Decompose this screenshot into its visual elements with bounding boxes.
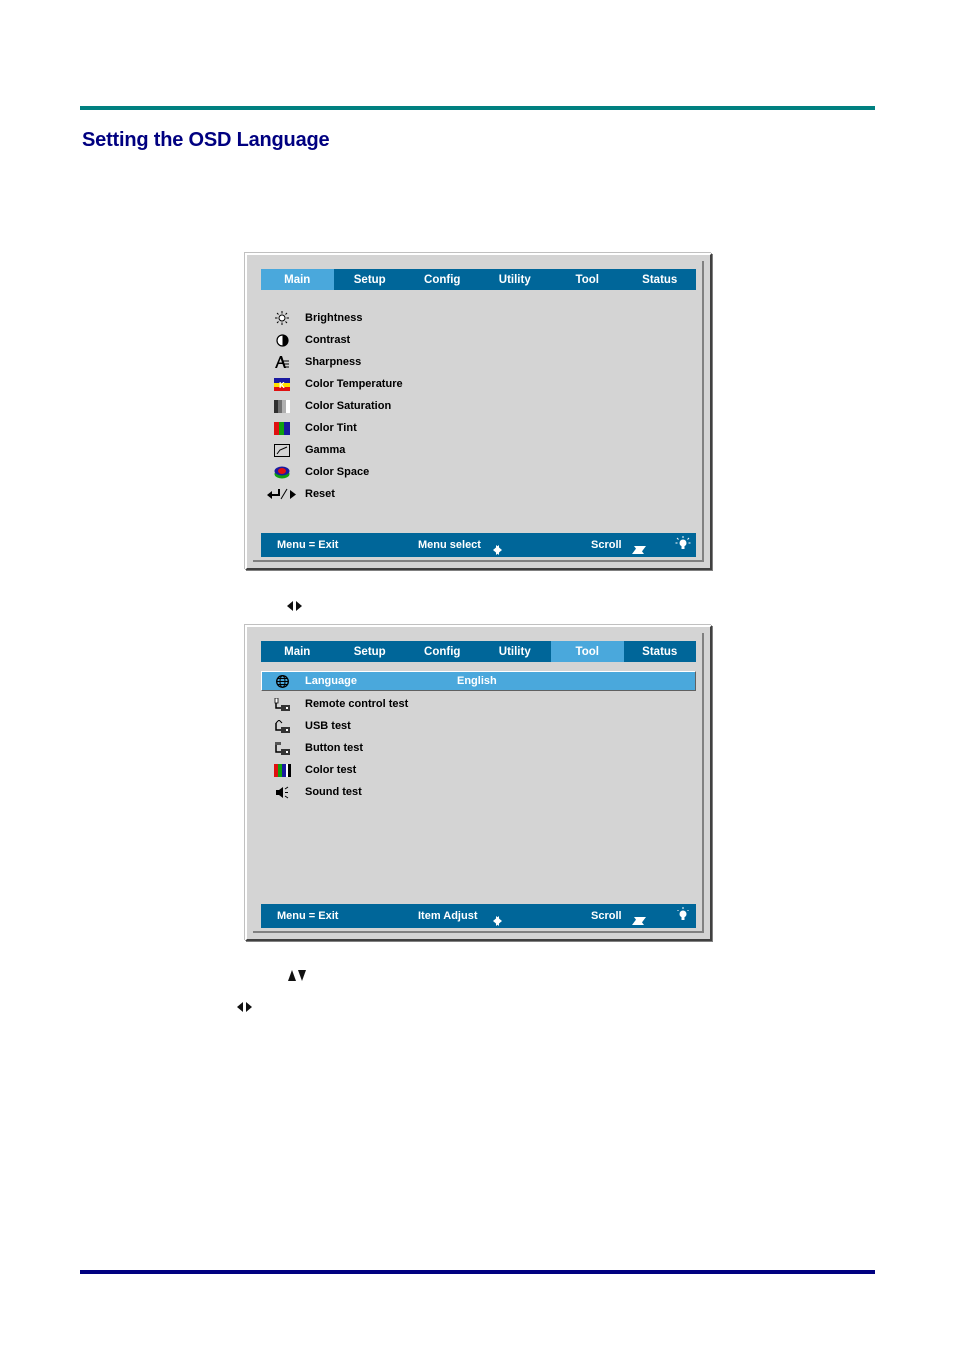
menu-item-gamma[interactable]: Gamma — [261, 439, 696, 461]
menu-item-label: Contrast — [305, 334, 351, 346]
menu-item-color-temperature[interactable]: K Color Temperature — [261, 373, 696, 395]
menu-item-button-test[interactable]: Button test — [261, 737, 696, 759]
left-right-arrows-icon — [287, 597, 302, 615]
menu-item-label: Remote control test — [305, 698, 409, 710]
menu-item-brightness[interactable]: Brightness — [261, 307, 696, 329]
footer-scroll-hint: Scroll — [591, 910, 622, 922]
menu-item-label: Reset — [305, 488, 335, 500]
menu-item-label: Brightness — [305, 312, 363, 324]
menu-item-label: Language — [305, 675, 357, 687]
footer-scroll-hint: Scroll — [591, 539, 622, 551]
menu-item-reset[interactable]: Reset — [261, 483, 696, 505]
tab-config[interactable]: Config — [406, 269, 479, 290]
menu-item-sound-test[interactable]: Sound test — [261, 781, 696, 803]
menu-item-contrast[interactable]: Contrast — [261, 329, 696, 351]
tab-config[interactable]: Config — [406, 641, 479, 662]
menu-list: Brightness Contrast Sharpness K Color Te… — [261, 307, 696, 505]
tab-main[interactable]: Main — [261, 641, 334, 662]
usb-icon — [273, 719, 291, 733]
tab-status[interactable]: Status — [624, 641, 697, 662]
menu-item-sharpness[interactable]: Sharpness — [261, 351, 696, 373]
tab-utility[interactable]: Utility — [479, 269, 552, 290]
menu-item-label: Gamma — [305, 444, 346, 456]
tab-tool[interactable]: Tool — [551, 641, 624, 662]
tab-tool[interactable]: Tool — [551, 269, 624, 290]
contrast-icon — [273, 333, 291, 347]
sharpness-icon — [273, 355, 291, 369]
menu-item-label: Button test — [305, 742, 364, 754]
language-value[interactable]: English — [457, 675, 497, 687]
osd-main-menu-screenshot: Main Setup Config Utility Tool Status Br… — [245, 253, 712, 570]
speaker-icon — [273, 785, 291, 799]
reset-icon — [267, 487, 297, 501]
osd-footer: Menu = Exit Item Adjust Scroll — [261, 904, 696, 928]
svg-text:K: K — [279, 381, 285, 390]
menu-item-remote-control-test[interactable]: Remote control test — [261, 693, 696, 715]
color-space-icon — [273, 465, 291, 479]
tab-setup[interactable]: Setup — [334, 269, 407, 290]
menu-item-label: USB test — [305, 720, 351, 732]
menu-item-usb-test[interactable]: USB test — [261, 715, 696, 737]
osd-panel: Main Setup Config Utility Tool Status Br… — [253, 261, 704, 562]
menu-item-label: Color Saturation — [305, 400, 392, 412]
top-rule — [80, 106, 875, 110]
tab-status[interactable]: Status — [624, 269, 697, 290]
brightness-icon — [273, 311, 291, 325]
osd-tab-bar: Main Setup Config Utility Tool Status — [261, 641, 696, 662]
tab-setup[interactable]: Setup — [334, 641, 407, 662]
menu-item-label: Sound test — [305, 786, 362, 798]
menu-item-color-space[interactable]: Color Space — [261, 461, 696, 483]
menu-list: Language English Remote control test USB… — [261, 671, 696, 803]
color-test-icon — [273, 763, 291, 777]
menu-item-color-test[interactable]: Color test — [261, 759, 696, 781]
menu-item-label: Color Temperature — [305, 378, 403, 390]
remote-control-icon — [273, 697, 291, 711]
osd-footer: Menu = Exit Menu select Scroll — [261, 533, 696, 557]
bottom-rule — [80, 1270, 875, 1274]
color-tint-icon — [273, 421, 291, 435]
footer-exit-hint: Menu = Exit — [277, 539, 339, 551]
menu-item-label: Sharpness — [305, 356, 362, 368]
color-temperature-icon: K — [273, 377, 291, 391]
button-test-icon — [273, 741, 291, 755]
lightbulb-icon — [675, 907, 691, 926]
osd-panel: Main Setup Config Utility Tool Status La… — [253, 633, 704, 933]
tab-main[interactable]: Main — [261, 269, 334, 290]
menu-item-color-saturation[interactable]: Color Saturation — [261, 395, 696, 417]
up-down-arrows-icon — [288, 967, 306, 985]
osd-tool-menu-screenshot: Main Setup Config Utility Tool Status La… — [245, 625, 712, 941]
menu-item-label: Color Space — [305, 466, 370, 478]
menu-item-label: Color Tint — [305, 422, 357, 434]
footer-item-adjust-hint: Item Adjust — [418, 910, 478, 922]
globe-icon — [273, 674, 291, 688]
menu-item-language[interactable]: Language English — [261, 671, 696, 691]
menu-item-label: Color test — [305, 764, 357, 776]
footer-menu-select-hint: Menu select — [418, 539, 481, 551]
left-right-arrows-icon — [237, 998, 252, 1016]
lightbulb-icon — [675, 536, 691, 555]
footer-exit-hint: Menu = Exit — [277, 910, 339, 922]
page-title: Setting the OSD Language — [82, 129, 330, 151]
menu-item-color-tint[interactable]: Color Tint — [261, 417, 696, 439]
color-saturation-icon — [273, 399, 291, 413]
tab-utility[interactable]: Utility — [479, 641, 552, 662]
gamma-icon — [273, 443, 291, 457]
osd-tab-bar: Main Setup Config Utility Tool Status — [261, 269, 696, 290]
